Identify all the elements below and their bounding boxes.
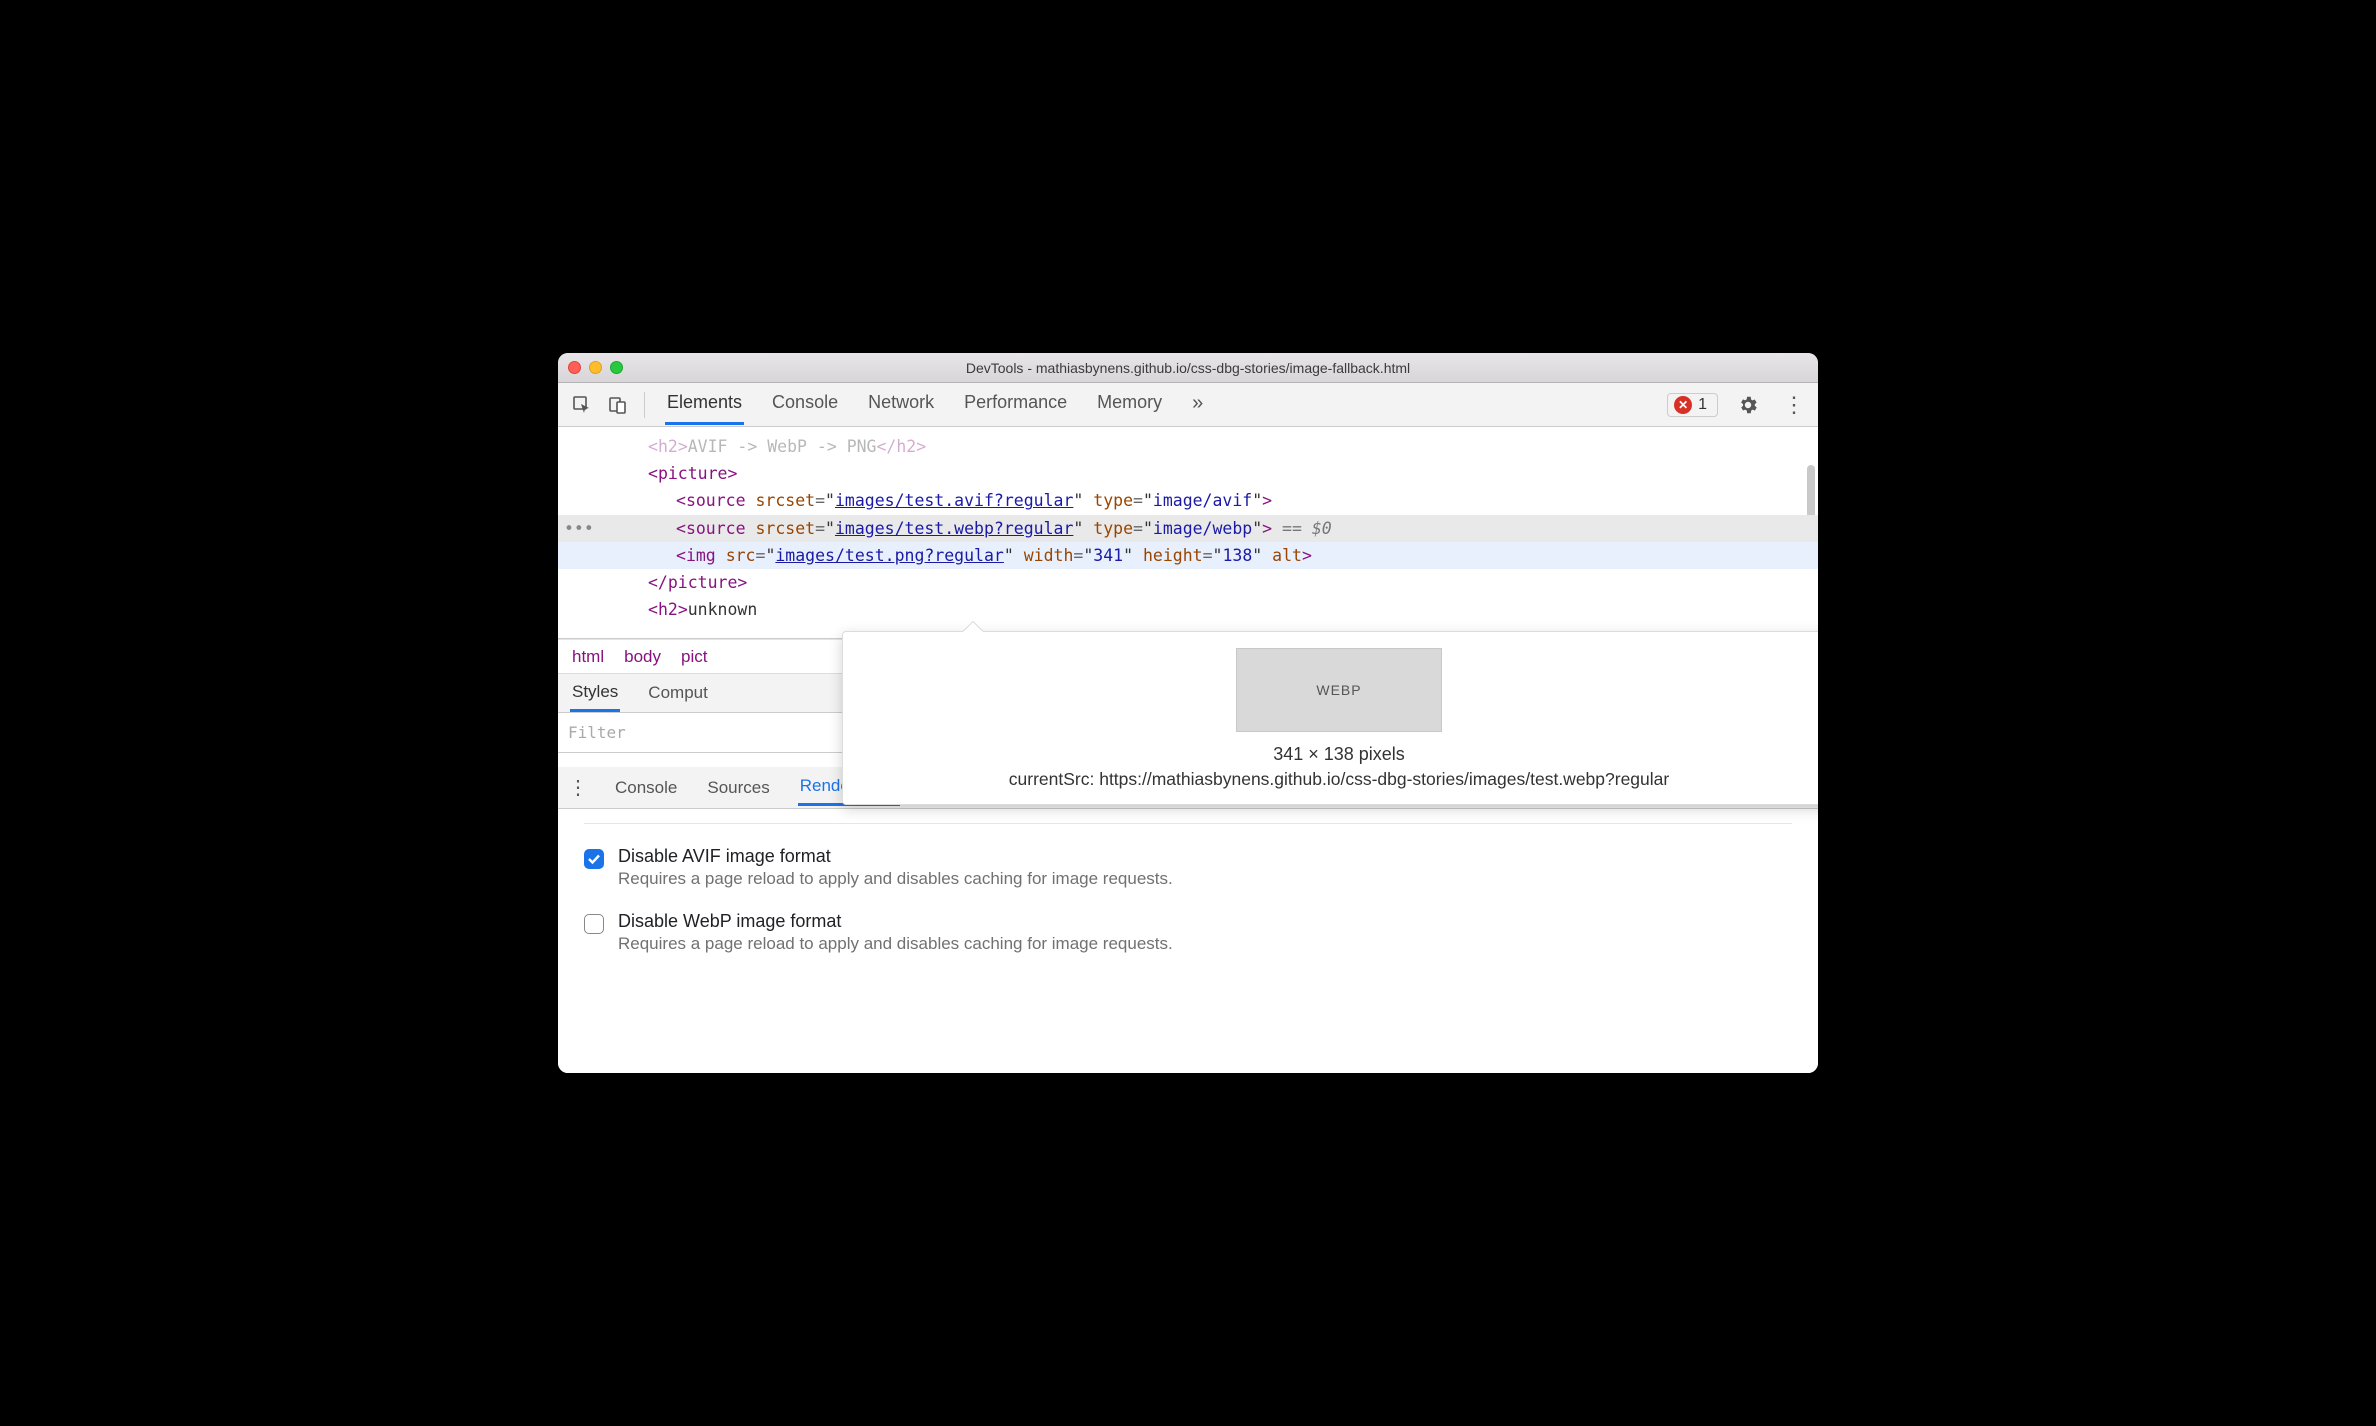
dom-line-highlighted[interactable]: <img src="images/test.png?regular" width… — [558, 542, 1818, 569]
option-disable-avif[interactable]: Disable AVIF image format Requires a pag… — [584, 846, 1792, 889]
dom-line[interactable]: <h2>unknown — [558, 596, 1818, 623]
device-toolbar-icon[interactable] — [602, 389, 634, 421]
tab-memory[interactable]: Memory — [1095, 384, 1164, 425]
rendering-panel: Disable AVIF image format Requires a pag… — [558, 809, 1818, 1073]
kebab-menu-icon[interactable]: ⋮ — [1778, 389, 1810, 421]
tab-computed[interactable]: Comput — [648, 683, 708, 703]
tab-network[interactable]: Network — [866, 384, 936, 425]
settings-icon[interactable] — [1732, 389, 1764, 421]
image-thumbnail: WEBP — [1236, 648, 1442, 732]
error-badge[interactable]: ✕ 1 — [1667, 393, 1718, 417]
image-current-src: currentSrc: https://mathiasbynens.github… — [863, 769, 1815, 790]
dom-line[interactable]: <picture> — [558, 460, 1818, 487]
tab-console[interactable]: Console — [770, 384, 840, 425]
dom-line[interactable]: <h2>AVIF -> WebP -> PNG</h2> — [558, 433, 1818, 460]
ellipsis-icon[interactable]: ••• — [564, 515, 594, 542]
drawer-tab-sources[interactable]: Sources — [705, 771, 771, 805]
panel-tabs: Elements Console Network Performance Mem… — [665, 384, 1205, 425]
elements-panel[interactable]: <h2>AVIF -> WebP -> PNG</h2> <picture> <… — [558, 427, 1818, 639]
drawer-tab-console[interactable]: Console — [613, 771, 679, 805]
scrollbar[interactable] — [1807, 465, 1815, 521]
breadcrumb-item[interactable]: pict — [681, 647, 707, 667]
devtools-window: DevTools - mathiasbynens.github.io/css-d… — [558, 353, 1818, 1073]
main-toolbar: Elements Console Network Performance Mem… — [558, 383, 1818, 427]
option-label: Disable WebP image format — [618, 911, 1173, 932]
drawer-menu-icon[interactable]: ⋮ — [568, 775, 587, 800]
tabs-overflow[interactable]: » — [1190, 384, 1205, 425]
dom-line[interactable]: </picture> — [558, 569, 1818, 596]
inspect-element-icon[interactable] — [566, 389, 598, 421]
dom-line[interactable]: <source srcset="images/test.avif?regular… — [558, 487, 1818, 514]
window-titlebar: DevTools - mathiasbynens.github.io/css-d… — [558, 353, 1818, 383]
option-desc: Requires a page reload to apply and disa… — [618, 869, 1173, 889]
separator — [644, 392, 645, 418]
option-disable-webp[interactable]: Disable WebP image format Requires a pag… — [584, 911, 1792, 954]
error-count: 1 — [1698, 396, 1707, 414]
option-label: Disable AVIF image format — [618, 846, 1173, 867]
tab-elements[interactable]: Elements — [665, 384, 744, 425]
tab-styles[interactable]: Styles — [570, 675, 620, 712]
image-hover-tooltip: WEBP 341 × 138 pixels currentSrc: https:… — [842, 631, 1818, 805]
breadcrumb-item[interactable]: html — [572, 647, 604, 667]
checkbox-checked-icon[interactable] — [584, 849, 604, 869]
image-dimensions: 341 × 138 pixels — [863, 744, 1815, 765]
dom-line-selected[interactable]: •••<source srcset="images/test.webp?regu… — [558, 515, 1818, 542]
option-desc: Requires a page reload to apply and disa… — [618, 934, 1173, 954]
window-title: DevTools - mathiasbynens.github.io/css-d… — [558, 360, 1818, 376]
error-icon: ✕ — [1674, 396, 1692, 414]
breadcrumb-item[interactable]: body — [624, 647, 661, 667]
tab-performance[interactable]: Performance — [962, 384, 1069, 425]
checkbox-unchecked-icon[interactable] — [584, 914, 604, 934]
